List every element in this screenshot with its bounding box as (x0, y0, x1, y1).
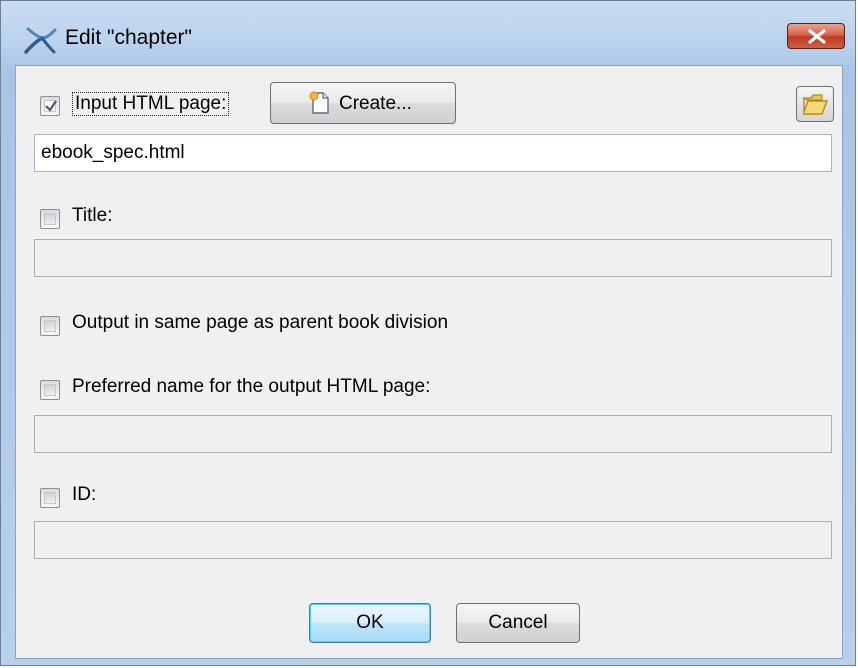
close-button[interactable] (787, 23, 845, 49)
dialog-content: Input HTML page: Create... ebook_spec.ht… (15, 65, 843, 659)
checkmark-icon (45, 100, 57, 112)
browse-button[interactable] (796, 86, 834, 122)
id-checkbox[interactable] (40, 488, 60, 508)
xmlmind-icon (23, 25, 57, 55)
ok-button[interactable]: OK (309, 603, 431, 643)
id-label: ID: (72, 484, 97, 505)
preferred-name-field[interactable] (34, 415, 832, 453)
title-field[interactable] (34, 239, 832, 277)
window-title: Edit "chapter" (65, 26, 192, 49)
preferred-name-label: Preferred name for the output HTML page: (72, 376, 431, 397)
same-page-label: Output in same page as parent book divis… (72, 312, 449, 333)
same-page-checkbox[interactable] (40, 316, 60, 336)
folder-open-icon (802, 94, 829, 115)
create-button-label: Create... (339, 93, 412, 114)
create-button[interactable]: Create... (270, 82, 456, 124)
input-html-field[interactable]: ebook_spec.html (34, 134, 832, 172)
dialog-window: Edit "chapter" Input HTML page: Create..… (0, 0, 856, 666)
input-html-checkbox[interactable] (40, 96, 60, 116)
preferred-name-checkbox[interactable] (40, 380, 60, 400)
title-label: Title: (72, 205, 113, 226)
new-page-icon (309, 91, 331, 121)
title-checkbox[interactable] (40, 209, 60, 229)
title-bar[interactable]: Edit "chapter" (1, 1, 855, 65)
cancel-button[interactable]: Cancel (456, 603, 580, 643)
close-icon (808, 29, 826, 44)
input-html-label[interactable]: Input HTML page: (72, 92, 230, 116)
id-field[interactable] (34, 521, 832, 559)
